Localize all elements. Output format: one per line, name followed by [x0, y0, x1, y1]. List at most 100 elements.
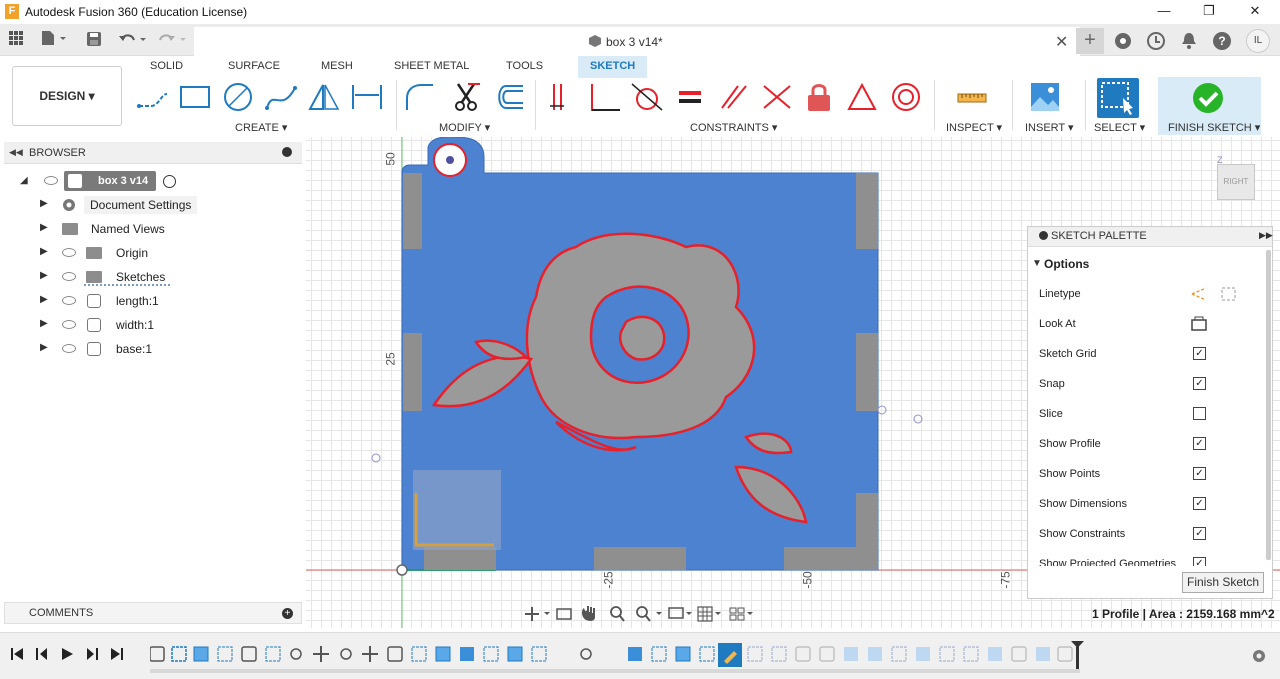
- collapse-browser-icon[interactable]: ◀◀: [9, 147, 23, 158]
- perpendicular-constraint-icon[interactable]: [588, 82, 622, 115]
- browser-item-sketches[interactable]: Sketches: [116, 270, 165, 284]
- browser-item-width[interactable]: width:1: [116, 318, 154, 332]
- show-projected-checkbox[interactable]: ✓: [1193, 557, 1206, 566]
- construction-linetype-icon[interactable]: [1190, 286, 1208, 305]
- sketch-grid-checkbox[interactable]: ✓: [1193, 347, 1206, 360]
- constraints-menu[interactable]: CONSTRAINTS ▾: [690, 121, 777, 134]
- select-menu[interactable]: SELECT ▾: [1094, 121, 1145, 134]
- visibility-eye-icon[interactable]: [44, 176, 58, 185]
- dimension-tool-icon[interactable]: [350, 82, 384, 115]
- help-icon[interactable]: ?: [1212, 31, 1232, 51]
- collapse-section-icon[interactable]: ▼: [1032, 258, 1042, 269]
- fillet-tool-icon[interactable]: [404, 82, 438, 115]
- equal-constraint-icon[interactable]: [675, 82, 705, 115]
- user-avatar[interactable]: IL: [1246, 29, 1270, 53]
- visibility-eye-icon[interactable]: [62, 296, 76, 305]
- mirror-tool-icon[interactable]: [307, 82, 341, 115]
- show-dimensions-checkbox[interactable]: ✓: [1193, 497, 1206, 510]
- tangent-constraint-icon[interactable]: [630, 82, 664, 115]
- tab-sheet-metal[interactable]: SHEET METAL: [388, 59, 475, 79]
- job-status-icon[interactable]: [1146, 31, 1166, 51]
- play-icon[interactable]: [60, 647, 74, 664]
- measure-ruler-icon[interactable]: [956, 82, 988, 115]
- expand-icon[interactable]: ▶: [40, 342, 48, 353]
- spline-tool-icon[interactable]: [264, 82, 298, 115]
- expand-icon[interactable]: ▶: [40, 222, 48, 233]
- tab-sketch[interactable]: SKETCH: [578, 56, 648, 78]
- browser-options-icon[interactable]: [282, 147, 292, 157]
- visibility-eye-icon[interactable]: [62, 248, 76, 257]
- close-window-button[interactable]: ✕: [1232, 0, 1278, 24]
- visibility-eye-icon[interactable]: [62, 344, 76, 353]
- circle-tool-icon[interactable]: [221, 82, 255, 115]
- browser-item-origin[interactable]: Origin: [116, 246, 148, 260]
- expand-icon[interactable]: ▶: [40, 246, 48, 257]
- triangle-constraint-icon[interactable]: [846, 82, 878, 115]
- expand-icon[interactable]: ▶: [40, 318, 48, 329]
- undo-icon[interactable]: [118, 31, 150, 50]
- viewcube[interactable]: RIGHT: [1217, 164, 1255, 200]
- tab-mesh[interactable]: MESH: [315, 59, 359, 79]
- create-menu[interactable]: CREATE ▾: [235, 121, 287, 134]
- tab-tools[interactable]: TOOLS: [500, 59, 549, 79]
- coincident-constraint-icon[interactable]: [760, 82, 794, 115]
- show-constraints-checkbox[interactable]: ✓: [1193, 527, 1206, 540]
- file-menu-icon[interactable]: [40, 30, 68, 49]
- go-to-start-icon[interactable]: [10, 647, 24, 664]
- palette-section-options[interactable]: Options: [1044, 257, 1089, 271]
- insert-menu[interactable]: INSERT ▾: [1025, 121, 1074, 134]
- maximize-button[interactable]: ❐: [1186, 0, 1232, 24]
- palette-scrollbar[interactable]: [1266, 250, 1271, 560]
- visibility-eye-icon[interactable]: [62, 272, 76, 281]
- workspace-switcher-button[interactable]: DESIGN ▾: [12, 66, 122, 126]
- extensions-icon[interactable]: [1113, 31, 1133, 51]
- expand-icon[interactable]: ▶: [40, 198, 48, 209]
- snap-checkbox[interactable]: ✓: [1193, 377, 1206, 390]
- tab-solid[interactable]: SOLID: [144, 59, 189, 79]
- insert-image-icon[interactable]: [1030, 82, 1060, 115]
- fix-constraint-icon[interactable]: [546, 82, 576, 115]
- trim-scissors-icon[interactable]: [450, 82, 484, 115]
- parallel-constraint-icon[interactable]: [718, 82, 748, 115]
- expand-icon[interactable]: ▶: [40, 270, 48, 281]
- notifications-bell-icon[interactable]: [1179, 31, 1199, 51]
- save-icon[interactable]: [86, 31, 102, 50]
- show-profile-checkbox[interactable]: ✓: [1193, 437, 1206, 450]
- finish-sketch-button[interactable]: Finish Sketch: [1182, 572, 1264, 593]
- line-tool-icon[interactable]: [136, 82, 170, 115]
- show-points-checkbox[interactable]: ✓: [1193, 467, 1206, 480]
- rectangle-tool-icon[interactable]: [178, 82, 212, 115]
- visibility-eye-icon[interactable]: [62, 320, 76, 329]
- finish-sketch-menu[interactable]: FINISH SKETCH ▾: [1168, 121, 1260, 134]
- redo-icon[interactable]: [158, 31, 190, 50]
- slice-checkbox[interactable]: [1193, 407, 1206, 420]
- browser-item-named-views[interactable]: Named Views: [91, 222, 165, 236]
- browser-item-base[interactable]: base:1: [116, 342, 152, 356]
- offset-tool-icon[interactable]: [492, 82, 526, 115]
- expand-icon[interactable]: ▶: [40, 294, 48, 305]
- minimize-button[interactable]: —: [1141, 0, 1187, 24]
- timeline-features[interactable]: [149, 641, 1090, 676]
- lock-constraint-icon[interactable]: [804, 82, 834, 115]
- browser-item-document-settings[interactable]: Document Settings: [84, 196, 198, 214]
- modify-menu[interactable]: MODIFY ▾: [439, 121, 490, 134]
- go-to-end-icon[interactable]: [110, 647, 124, 664]
- new-tab-button[interactable]: +: [1076, 28, 1104, 54]
- concentric-constraint-icon[interactable]: [890, 82, 922, 115]
- inspect-menu[interactable]: INSPECT ▾: [946, 121, 1002, 134]
- finish-checkmark-icon[interactable]: [1192, 82, 1224, 117]
- activate-radio-icon[interactable]: [163, 175, 176, 188]
- data-panel-grid-icon[interactable]: [8, 30, 24, 51]
- expand-palette-icon[interactable]: ▶▶: [1259, 230, 1273, 241]
- add-comment-icon[interactable]: +: [282, 608, 293, 619]
- palette-options-icon[interactable]: [1039, 231, 1048, 240]
- step-back-icon[interactable]: [35, 647, 49, 664]
- step-forward-icon[interactable]: [85, 647, 99, 664]
- tab-surface[interactable]: SURFACE: [222, 59, 286, 79]
- centerline-linetype-icon[interactable]: [1220, 286, 1238, 305]
- look-at-icon[interactable]: [1190, 316, 1208, 335]
- timeline-settings-gear-icon[interactable]: [1251, 648, 1267, 667]
- close-tab-icon[interactable]: ✕: [1055, 32, 1068, 52]
- expand-root-icon[interactable]: ◢: [20, 175, 28, 186]
- browser-item-length[interactable]: length:1: [116, 294, 159, 308]
